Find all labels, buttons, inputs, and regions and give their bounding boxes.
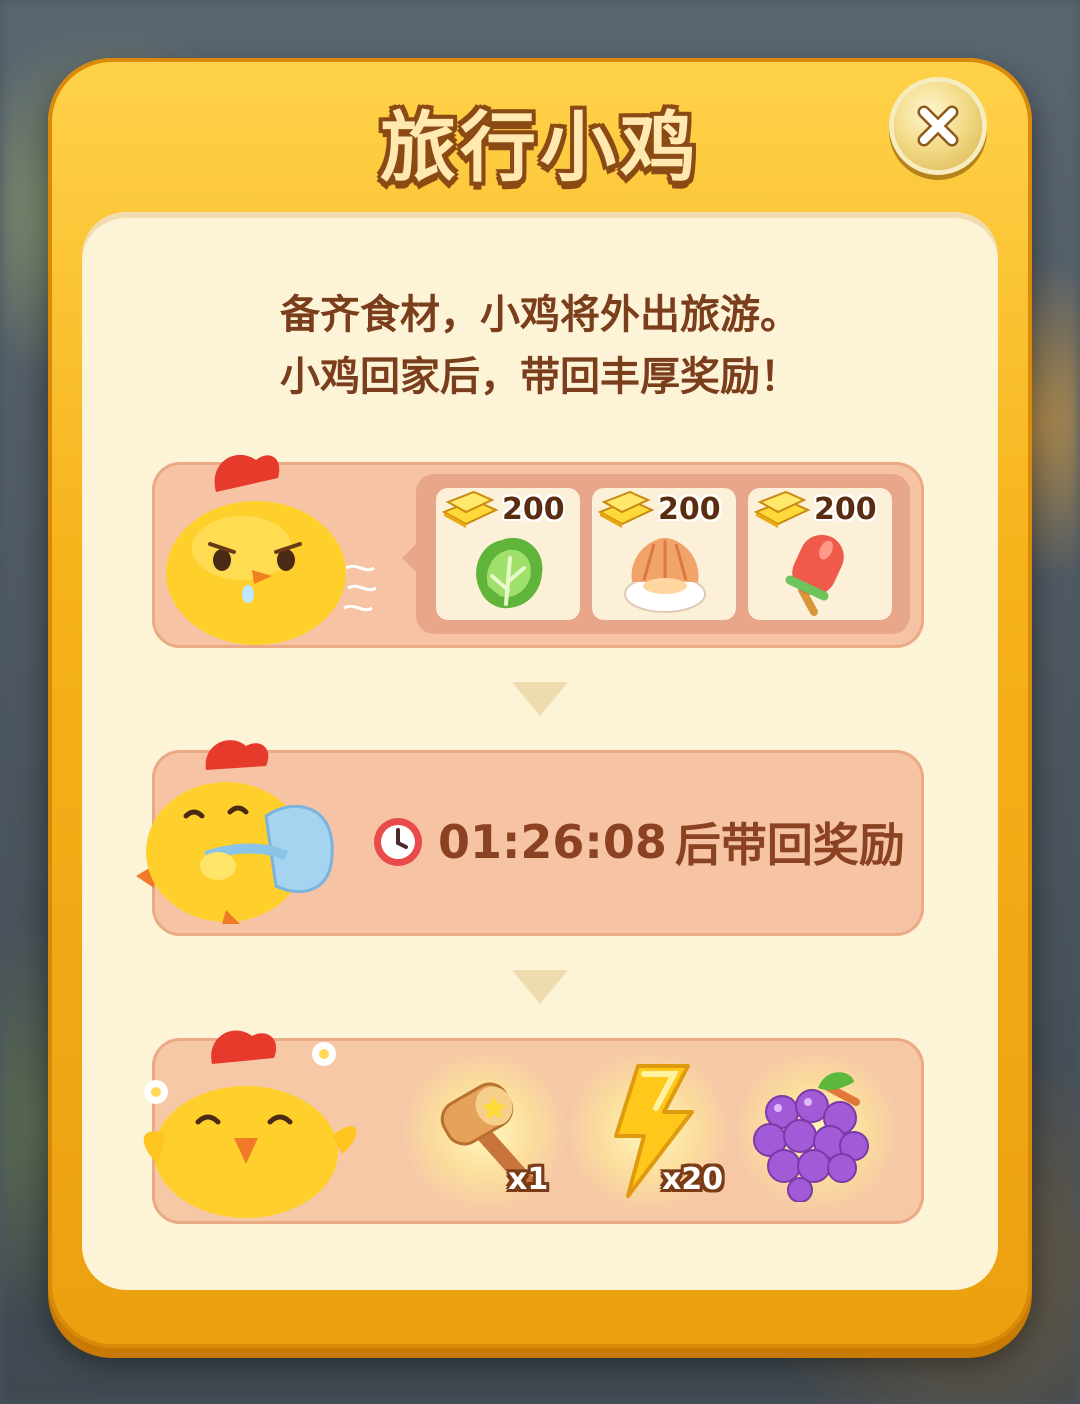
- countdown-value: 01:26:08: [438, 815, 667, 869]
- countdown-timer: 01:26:08 后带回奖励: [372, 810, 905, 874]
- hungry-chick-icon: [166, 454, 377, 645]
- gold-bars-icon: [753, 490, 811, 528]
- dialog-title: 旅行小鸡: [380, 103, 700, 192]
- reward-item-lightning[interactable]: x20: [564, 1046, 734, 1216]
- ingredient-cost: 200: [814, 492, 877, 527]
- ingredient-cost: 200: [502, 492, 565, 527]
- ingredient-cost: 200: [658, 492, 721, 527]
- ingredient-card-lettuce[interactable]: 200: [436, 488, 580, 620]
- reward-item-hammer[interactable]: x1: [400, 1046, 570, 1216]
- happy-chick-icon: [143, 1030, 357, 1218]
- grapes-icon: [753, 1072, 869, 1202]
- lettuce-icon: [476, 537, 543, 609]
- description-line-1: 备齐食材，小鸡将外出旅游。: [280, 292, 800, 338]
- clock-icon: [374, 818, 422, 866]
- scallop-icon: [624, 538, 706, 613]
- step-arrow-2: [512, 970, 568, 1004]
- gold-bars-icon: [441, 490, 499, 528]
- ingredient-card-scallop[interactable]: 200: [592, 488, 736, 620]
- close-button[interactable]: [894, 82, 982, 170]
- close-icon: [917, 105, 959, 147]
- step-rewards-row: x1 x20: [143, 1030, 924, 1224]
- step-arrow-1: [512, 682, 568, 716]
- travel-chick-dialog: 旅行小鸡 备齐食材，小鸡将外出旅游。 小鸡回家后，带回丰厚奖励！ 200 200…: [48, 58, 1032, 1348]
- reward-quantity: x1: [508, 1162, 549, 1197]
- reward-item-grapes[interactable]: [732, 1046, 902, 1216]
- gold-bars-icon: [597, 490, 655, 528]
- ingredient-tray: 200 200 200: [416, 474, 910, 634]
- popsicle-icon: [785, 534, 844, 616]
- step-traveling-row: 01:26:08 后带回奖励: [136, 740, 924, 936]
- description-line-2: 小鸡回家后，带回丰厚奖励！: [280, 354, 800, 400]
- ingredient-card-popsicle[interactable]: 200: [748, 488, 892, 620]
- countdown-suffix: 后带回奖励: [674, 818, 905, 872]
- description: 备齐食材，小鸡将外出旅游。 小鸡回家后，带回丰厚奖励！: [82, 284, 998, 408]
- reward-quantity: x20: [662, 1162, 724, 1197]
- content-panel: 备齐食材，小鸡将外出旅游。 小鸡回家后，带回丰厚奖励！ 200 200 200 …: [82, 212, 998, 1290]
- traveling-chick-icon: [136, 740, 334, 924]
- step-ingredients-row: 200 200 200: [152, 454, 924, 648]
